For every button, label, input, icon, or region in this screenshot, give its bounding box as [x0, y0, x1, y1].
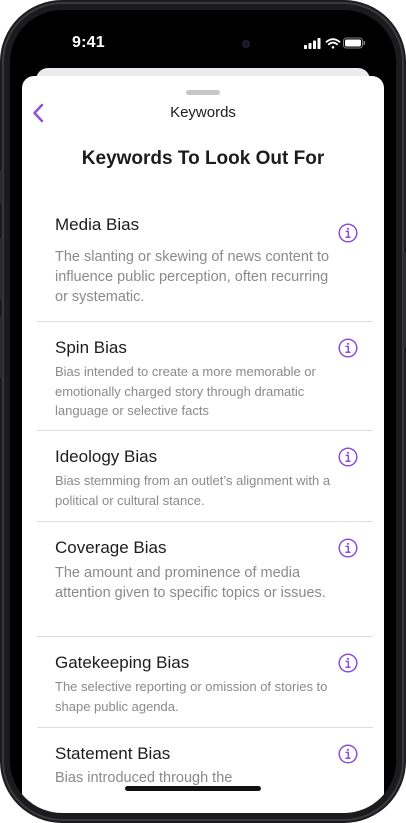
- battery-icon: [343, 37, 366, 49]
- keyword-description: The amount and prominence of media atten…: [55, 565, 326, 601]
- phone-screen: 9:41 Keywords Keywords To Look Out For M…: [10, 10, 396, 813]
- keyword-item-ideology-bias: Ideology Bias Bias stemming from an outl…: [37, 431, 373, 522]
- dynamic-island: [152, 27, 252, 57]
- info-button[interactable]: [338, 744, 358, 764]
- keyword-title: Gatekeeping Bias: [55, 653, 190, 672]
- info-button[interactable]: [338, 653, 358, 673]
- status-bar: 9:41: [10, 10, 396, 70]
- sheet-grabber[interactable]: [186, 90, 220, 95]
- keyword-list: Media Bias The slanting or skewing of ne…: [37, 201, 373, 798]
- keyword-description: The slanting or skewing of news content …: [55, 249, 330, 305]
- wifi-icon: [325, 38, 341, 49]
- volume-down-button: [0, 316, 3, 378]
- page-title: Keywords To Look Out For: [81, 148, 325, 169]
- info-icon: [338, 447, 358, 467]
- info-icon: [338, 744, 358, 764]
- keyword-description: Bias stemming from an outlet’s alignment…: [55, 473, 331, 508]
- nav-title: Keywords: [170, 104, 236, 121]
- status-time: 9:41: [72, 34, 105, 51]
- volume-up-button: [0, 238, 3, 300]
- info-icon: [338, 223, 358, 243]
- keyword-item-gatekeeping-bias: Gatekeeping Bias The selective reporting…: [37, 637, 373, 728]
- action-button: [0, 170, 3, 204]
- keywords-sheet[interactable]: Keywords Keywords To Look Out For Media …: [22, 76, 384, 813]
- keyword-title: Spin Bias: [55, 338, 127, 357]
- keyword-description: Bias intended to create a more memorable…: [55, 364, 316, 418]
- info-button[interactable]: [338, 538, 358, 558]
- keyword-title: Statement Bias: [55, 744, 171, 763]
- info-button[interactable]: [338, 447, 358, 467]
- keyword-title: Coverage Bias: [55, 538, 167, 557]
- info-button[interactable]: [338, 223, 358, 243]
- info-icon: [338, 653, 358, 673]
- cellular-signal-icon: [304, 38, 321, 49]
- info-icon: [338, 538, 358, 558]
- keyword-item-coverage-bias: Coverage Bias The amount and prominence …: [37, 522, 373, 637]
- keyword-description: Bias introduced through the: [55, 770, 233, 786]
- phone-frame: 9:41 Keywords Keywords To Look Out For M…: [0, 0, 406, 823]
- info-button[interactable]: [338, 338, 358, 358]
- status-icons: [304, 37, 366, 49]
- keyword-title: Media Bias: [55, 215, 140, 234]
- camera-icon: [242, 40, 250, 48]
- keyword-title: Ideology Bias: [55, 447, 158, 466]
- info-icon: [338, 338, 358, 358]
- keyword-item-spin-bias: Spin Bias Bias intended to create a more…: [37, 322, 373, 431]
- home-indicator[interactable]: [125, 786, 261, 791]
- keyword-item-media-bias: Media Bias The slanting or skewing of ne…: [37, 201, 373, 322]
- keyword-description: The selective reporting or omission of s…: [55, 679, 328, 714]
